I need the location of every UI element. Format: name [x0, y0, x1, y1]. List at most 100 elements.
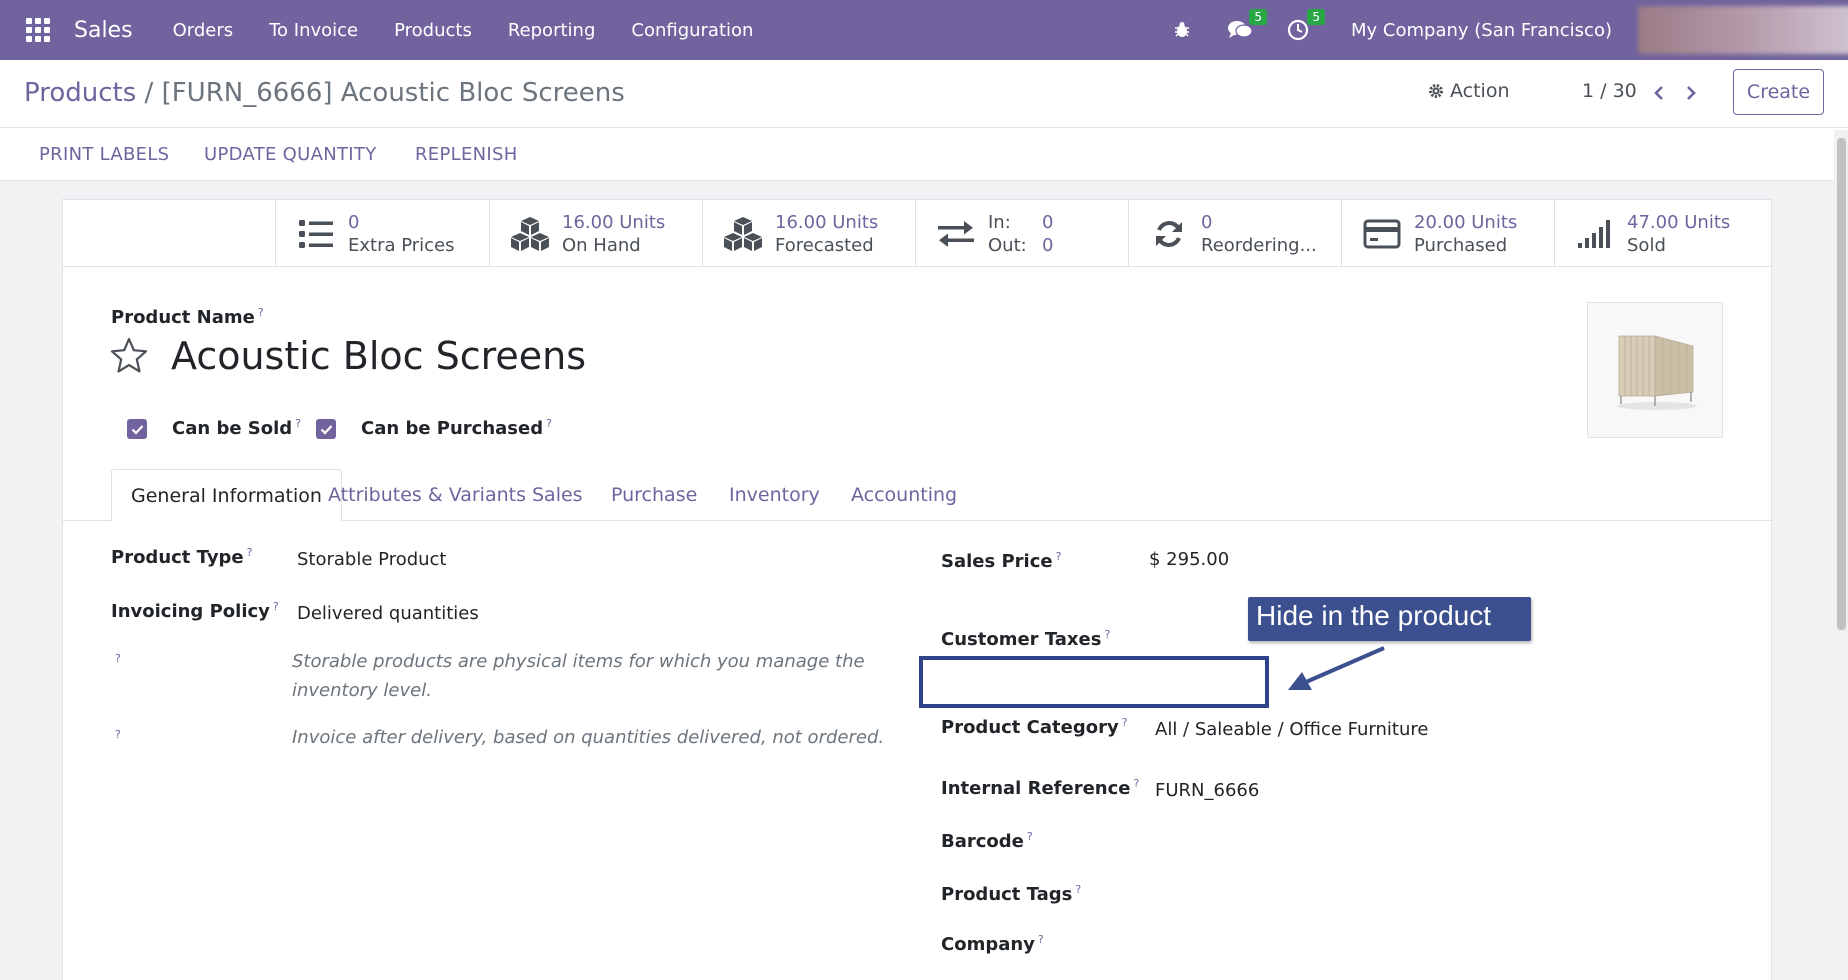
- in-label: In:: [988, 211, 1011, 233]
- messages-icon[interactable]: 5: [1227, 9, 1268, 43]
- credit-card-icon: [1362, 214, 1402, 254]
- menu-products[interactable]: Products: [376, 20, 490, 41]
- refresh-icon: [1149, 214, 1189, 254]
- menu-reporting[interactable]: Reporting: [490, 20, 614, 41]
- favorite-star-icon[interactable]: [109, 336, 149, 376]
- in-value: 0: [1042, 211, 1054, 233]
- list-icon: [296, 214, 336, 254]
- help-tooltip-icon[interactable]: ?: [295, 417, 301, 430]
- extra-prices-label: Extra Prices: [348, 234, 455, 256]
- tab-purchase[interactable]: Purchase: [592, 469, 716, 521]
- help-tooltip-icon[interactable]: ?: [258, 306, 264, 319]
- help-tooltip-icon[interactable]: ?: [1038, 933, 1044, 946]
- extra-prices-value: 0: [348, 211, 360, 233]
- smart-reordering[interactable]: 0 Reordering...: [1128, 200, 1341, 267]
- help-tooltip-icon[interactable]: ?: [115, 728, 121, 741]
- product-category-label: Product Category?: [941, 716, 1128, 738]
- help-tooltip-icon[interactable]: ?: [273, 600, 279, 613]
- help-text-storable: Storable products are physical items for…: [292, 651, 865, 701]
- sales-price-field[interactable]: $ 295.00: [1149, 549, 1229, 570]
- pager-previous-button[interactable]: [1648, 82, 1670, 104]
- customer-taxes-label: Customer Taxes?: [941, 628, 1111, 650]
- update-quantity-button[interactable]: UPDATE QUANTITY: [204, 144, 377, 165]
- purchased-value: 20.00 Units: [1414, 211, 1518, 233]
- menu-configuration[interactable]: Configuration: [613, 20, 771, 41]
- product-name-title[interactable]: Acoustic Bloc Screens: [171, 334, 586, 378]
- messages-count-badge: 5: [1249, 9, 1268, 25]
- create-button[interactable]: Create: [1733, 69, 1824, 115]
- help-tooltip-icon[interactable]: ?: [1133, 777, 1139, 790]
- can-be-purchased-checkbox[interactable]: [316, 419, 336, 439]
- annotation-arrow-icon: [1288, 646, 1385, 690]
- checkmark-icon: [131, 424, 143, 435]
- debug-bug-icon[interactable]: [1169, 17, 1195, 43]
- smart-sold[interactable]: 47.00 Units Sold: [1554, 200, 1771, 267]
- help-tooltip-icon[interactable]: ?: [1122, 716, 1128, 729]
- apps-menu-icon[interactable]: [26, 18, 50, 42]
- help-tooltip-icon[interactable]: ?: [1075, 883, 1081, 896]
- reordering-value: 0: [1201, 211, 1213, 233]
- product-type-label: Product Type?: [111, 546, 253, 568]
- exchange-arrows-icon: [936, 214, 976, 254]
- help-tooltip-icon[interactable]: ?: [546, 417, 552, 430]
- activities-clock-icon[interactable]: 5: [1285, 9, 1326, 43]
- breadcrumb-current: [FURN_6666] Acoustic Bloc Screens: [161, 78, 625, 108]
- product-image[interactable]: [1587, 302, 1723, 438]
- chevron-right-icon: [1687, 86, 1696, 100]
- sold-label: Sold: [1627, 234, 1666, 256]
- form-statusbar: PRINT LABELS UPDATE QUANTITY REPLENISH: [0, 128, 1848, 181]
- help-tooltip-icon[interactable]: ?: [115, 652, 121, 665]
- scrollbar-thumb[interactable]: [1837, 138, 1846, 630]
- action-label: Action: [1450, 80, 1510, 102]
- cubes-icon: [723, 214, 763, 254]
- pager-value[interactable]: 1 / 30: [1582, 80, 1637, 102]
- help-tooltip-icon[interactable]: ?: [1056, 550, 1062, 563]
- chevron-left-icon: [1654, 86, 1663, 100]
- smart-on-hand[interactable]: 16.00 Units On Hand: [489, 200, 702, 267]
- print-labels-button[interactable]: PRINT LABELS: [39, 144, 169, 165]
- on-hand-value: 16.00 Units: [562, 211, 666, 233]
- help-text-invoice: Invoice after delivery, based on quantit…: [292, 727, 885, 748]
- can-be-sold-checkbox[interactable]: [127, 419, 147, 439]
- forecasted-value: 16.00 Units: [775, 211, 879, 233]
- replenish-button[interactable]: REPLENISH: [415, 144, 518, 165]
- product-type-field[interactable]: Storable Product: [297, 549, 447, 570]
- tab-general-information[interactable]: General Information: [111, 469, 342, 522]
- smart-purchased[interactable]: 20.00 Units Purchased: [1341, 200, 1554, 267]
- out-value: 0: [1042, 234, 1054, 256]
- smart-in-out[interactable]: In: 0 Out: 0: [915, 200, 1128, 267]
- action-menu-button[interactable]: Action: [1428, 80, 1510, 102]
- menu-to-invoice[interactable]: To Invoice: [251, 20, 376, 41]
- cubes-icon: [510, 214, 550, 254]
- sold-value: 47.00 Units: [1627, 211, 1731, 233]
- highlight-box: [919, 656, 1269, 708]
- breadcrumb-products-link[interactable]: Products: [24, 78, 136, 108]
- form-sheet: 0 Extra Prices 16.00 Units On Hand 16.00…: [62, 199, 1772, 980]
- invoicing-policy-field[interactable]: Delivered quantities: [297, 603, 479, 624]
- menu-orders[interactable]: Orders: [155, 20, 252, 41]
- signal-bars-icon: [1575, 214, 1615, 254]
- product-tags-label: Product Tags?: [941, 883, 1082, 905]
- product-category-field[interactable]: All / Saleable / Office Furniture: [1155, 719, 1428, 740]
- help-tooltip-icon[interactable]: ?: [1104, 628, 1110, 641]
- smart-buttons-row: 0 Extra Prices 16.00 Units On Hand 16.00…: [63, 200, 1771, 267]
- app-brand[interactable]: Sales: [74, 18, 133, 43]
- purchased-label: Purchased: [1414, 234, 1508, 256]
- tab-accounting[interactable]: Accounting: [832, 469, 976, 521]
- can-be-purchased-label: Can be Purchased?: [361, 417, 552, 439]
- internal-reference-field[interactable]: FURN_6666: [1155, 780, 1259, 801]
- tab-sales[interactable]: Sales: [513, 469, 602, 521]
- smart-forecasted[interactable]: 16.00 Units Forecasted: [702, 200, 915, 267]
- help-tooltip-icon[interactable]: ?: [1027, 830, 1033, 843]
- company-switcher[interactable]: My Company (San Francisco): [1351, 20, 1612, 41]
- tab-attributes-variants[interactable]: Attributes & Variants: [309, 469, 545, 521]
- annotation-callout: Hide in the product: [1248, 597, 1531, 641]
- internal-reference-label: Internal Reference?: [941, 777, 1140, 799]
- on-hand-label: On Hand: [562, 234, 641, 256]
- pager-next-button[interactable]: [1680, 82, 1702, 104]
- user-avatar[interactable]: [1638, 6, 1848, 54]
- tab-inventory[interactable]: Inventory: [710, 469, 839, 521]
- help-tooltip-icon[interactable]: ?: [247, 546, 253, 559]
- product-name-label: Product Name?: [111, 306, 264, 328]
- smart-extra-prices[interactable]: 0 Extra Prices: [275, 200, 489, 267]
